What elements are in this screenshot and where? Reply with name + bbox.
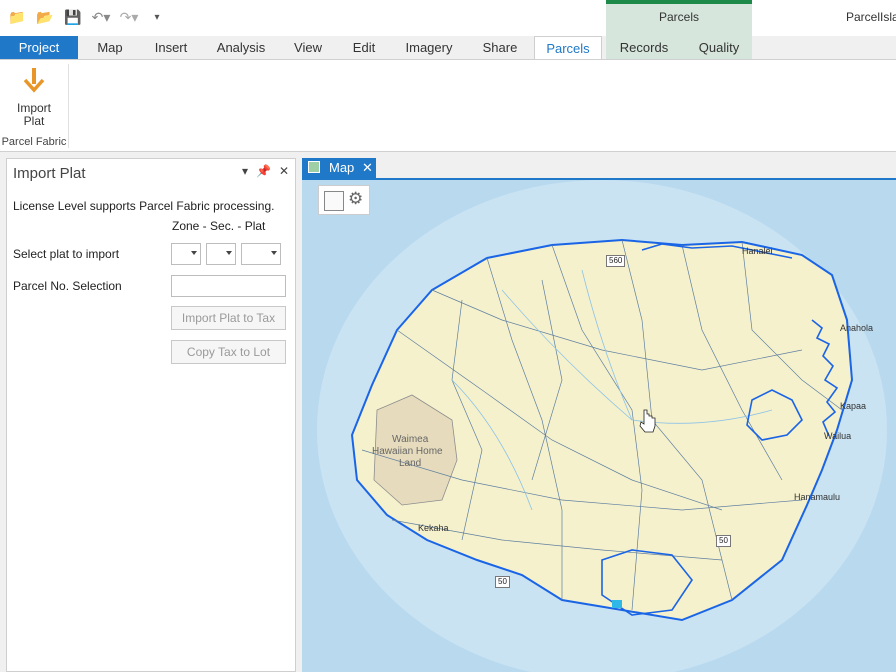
open-icon[interactable]: 📂 — [36, 8, 54, 26]
undo-icon[interactable]: ↶▾ — [92, 8, 111, 26]
section-dropdown[interactable] — [206, 243, 236, 265]
import-plat-button[interactable]: Import Plat — [8, 66, 60, 128]
zone-dropdown[interactable] — [171, 243, 201, 265]
new-project-icon[interactable]: 📁 — [8, 8, 26, 26]
close-icon[interactable]: ✕ — [279, 164, 289, 178]
gear-icon[interactable]: ⚙ — [348, 189, 363, 209]
redo-icon[interactable]: ↷▾ — [120, 8, 139, 26]
tab-edit[interactable]: Edit — [340, 36, 388, 60]
import-plat-label-2: Plat — [23, 114, 45, 128]
chevron-down-icon — [271, 251, 277, 255]
close-map-icon[interactable]: ✕ — [362, 158, 373, 178]
tab-records[interactable]: Records — [608, 36, 680, 60]
pane-title: Import Plat — [13, 165, 86, 182]
tab-analysis[interactable]: Analysis — [206, 36, 276, 60]
arrow-down-icon — [23, 68, 45, 93]
tab-parcels[interactable]: Parcels — [534, 36, 602, 60]
map-view: Map ✕ ⚙ Waimea Hawaiian Home Land Kekaha… — [302, 158, 896, 672]
tab-map-view[interactable]: Map ✕ — [302, 158, 376, 178]
tab-share[interactable]: Share — [470, 36, 530, 60]
contextual-group-title: Parcels — [658, 10, 699, 24]
customize-icon[interactable]: ▾ — [148, 8, 166, 26]
tab-map[interactable]: Map — [84, 36, 136, 60]
kauai-map — [317, 180, 887, 672]
map-icon — [308, 161, 320, 173]
copy-tax-to-lot-button[interactable]: Copy Tax to Lot — [171, 340, 286, 364]
parcel-no-input[interactable] — [171, 275, 286, 297]
place-label-wailua: Wailua — [824, 431, 852, 441]
place-label-land: Land — [399, 458, 422, 469]
save-icon[interactable]: 💾 — [64, 8, 82, 26]
map-tools: ⚙ — [318, 185, 370, 215]
quick-access-toolbar: 📁 📂 💾 ↶▾ ↷▾ ▾ — [8, 8, 166, 26]
place-label-hanalei: Hanalei — [742, 246, 773, 256]
tab-quality[interactable]: Quality — [686, 36, 752, 60]
group-label-parcel-fabric: Parcel Fabric — [1, 136, 67, 148]
place-label-kekaha: Kekaha — [418, 523, 449, 533]
app-title: ParcelIsla — [846, 10, 896, 24]
place-label-kapaa: Kapaa — [840, 401, 867, 411]
tab-imagery[interactable]: Imagery — [394, 36, 464, 60]
license-text: License Level supports Parcel Fabric pro… — [13, 199, 275, 213]
parcel-no-label: Parcel No. Selection — [13, 279, 122, 293]
place-label-hawaiian-home: Hawaiian Home — [372, 446, 443, 457]
highway-shield-50-east: 50 — [716, 535, 731, 547]
plat-dropdown[interactable] — [241, 243, 281, 265]
pane-menu-icon[interactable]: ▾ — [242, 164, 248, 178]
tab-project[interactable]: Project — [0, 36, 78, 60]
place-label-waimea: Waimea — [392, 434, 429, 445]
select-plat-label: Select plat to import — [13, 247, 120, 261]
map-tab-label: Map — [329, 160, 355, 175]
pin-icon[interactable]: 📌 — [256, 164, 271, 178]
map-canvas[interactable]: ⚙ Waimea Hawaiian Home Land Kekaha Hanal… — [302, 180, 896, 672]
chevron-down-icon — [226, 251, 232, 255]
selected-parcel — [612, 600, 622, 608]
import-plat-to-tax-button[interactable]: Import Plat to Tax — [171, 306, 286, 330]
chevron-down-icon — [191, 251, 197, 255]
tab-view[interactable]: View — [282, 36, 334, 60]
highway-shield-560: 560 — [606, 255, 626, 267]
zone-sec-plat-header: Zone - Sec. - Plat — [172, 219, 266, 233]
pane-controls: ▾ 📌 ✕ — [242, 164, 289, 178]
place-label-anahola: Anahola — [840, 323, 874, 333]
group-separator — [68, 64, 69, 148]
place-label-hanamaulu: Hanamaulu — [794, 492, 841, 502]
import-plat-pane: Import Plat ▾ 📌 ✕ License Level supports… — [6, 158, 296, 672]
ribbon-tabs: Project Map Insert Analysis View Edit Im… — [0, 36, 896, 60]
import-plat-label-1: Import — [16, 101, 51, 115]
explore-icon[interactable] — [324, 191, 344, 211]
tab-insert[interactable]: Insert — [142, 36, 200, 60]
title-bar: 📁 📂 💾 ↶▾ ↷▾ ▾ Parcels ParcelIsla — [0, 0, 896, 60]
highway-shield-50-west: 50 — [495, 576, 510, 588]
ribbon: Import Plat Parcel Fabric — [0, 59, 896, 152]
